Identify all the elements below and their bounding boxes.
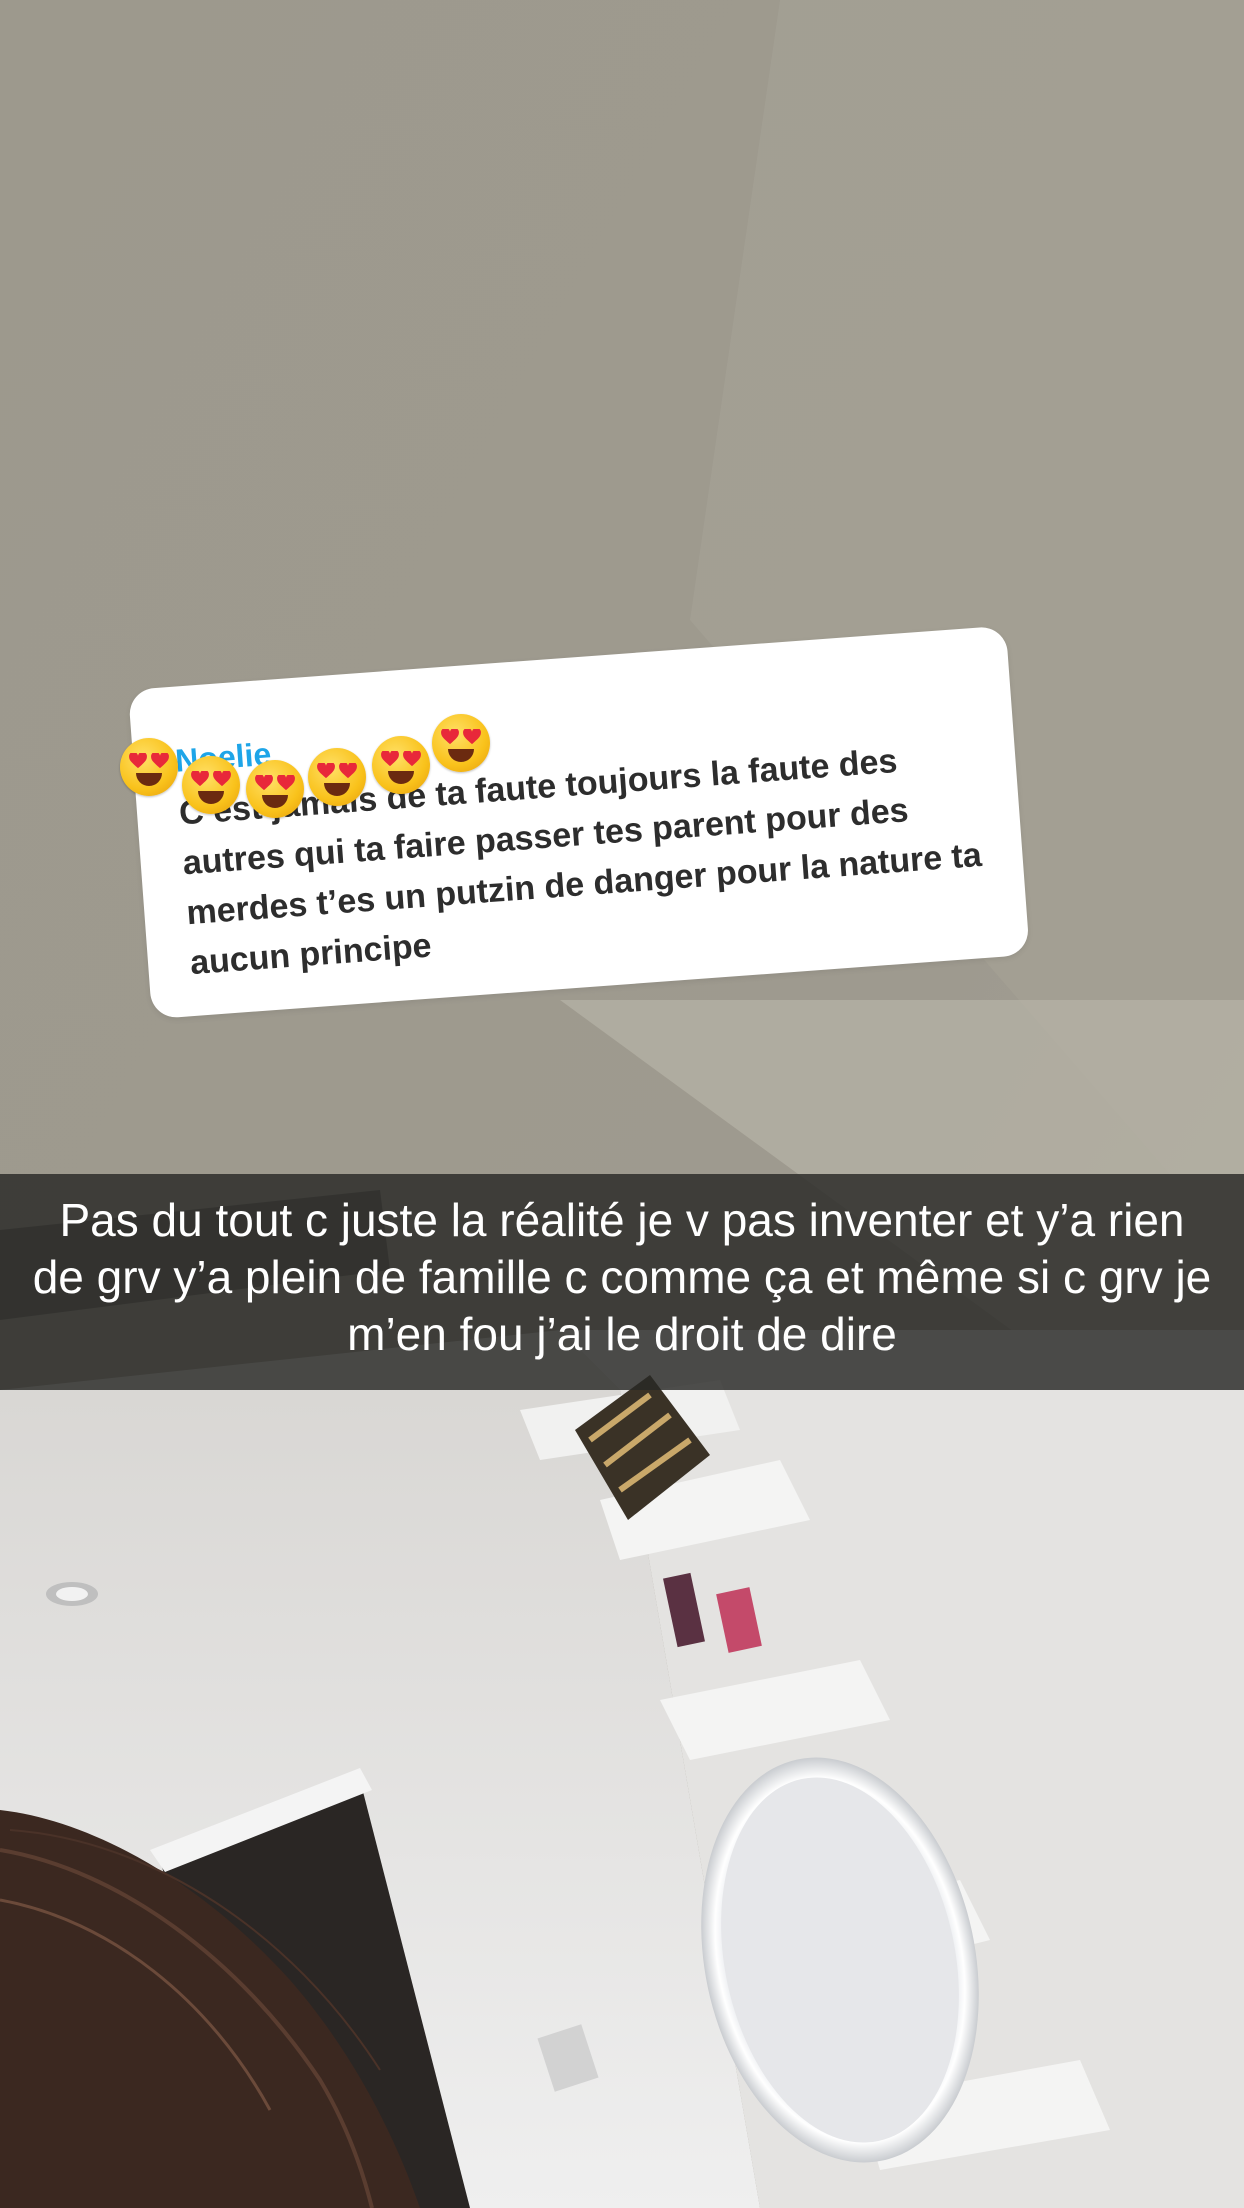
caption-text: Pas du tout c juste la réalité je v pas …	[32, 1194, 1212, 1360]
background-photo	[0, 0, 1244, 2208]
caption-bar[interactable]: Pas du tout c juste la réalité je v pas …	[0, 1174, 1244, 1390]
heart-eyes-icon	[120, 738, 178, 796]
emoji-sticker[interactable]	[118, 712, 518, 832]
heart-eyes-icon	[182, 756, 240, 814]
heart-eyes-icon	[372, 736, 430, 794]
heart-eyes-icon	[246, 760, 304, 818]
heart-eyes-icon	[432, 714, 490, 772]
heart-eyes-icon	[308, 748, 366, 806]
